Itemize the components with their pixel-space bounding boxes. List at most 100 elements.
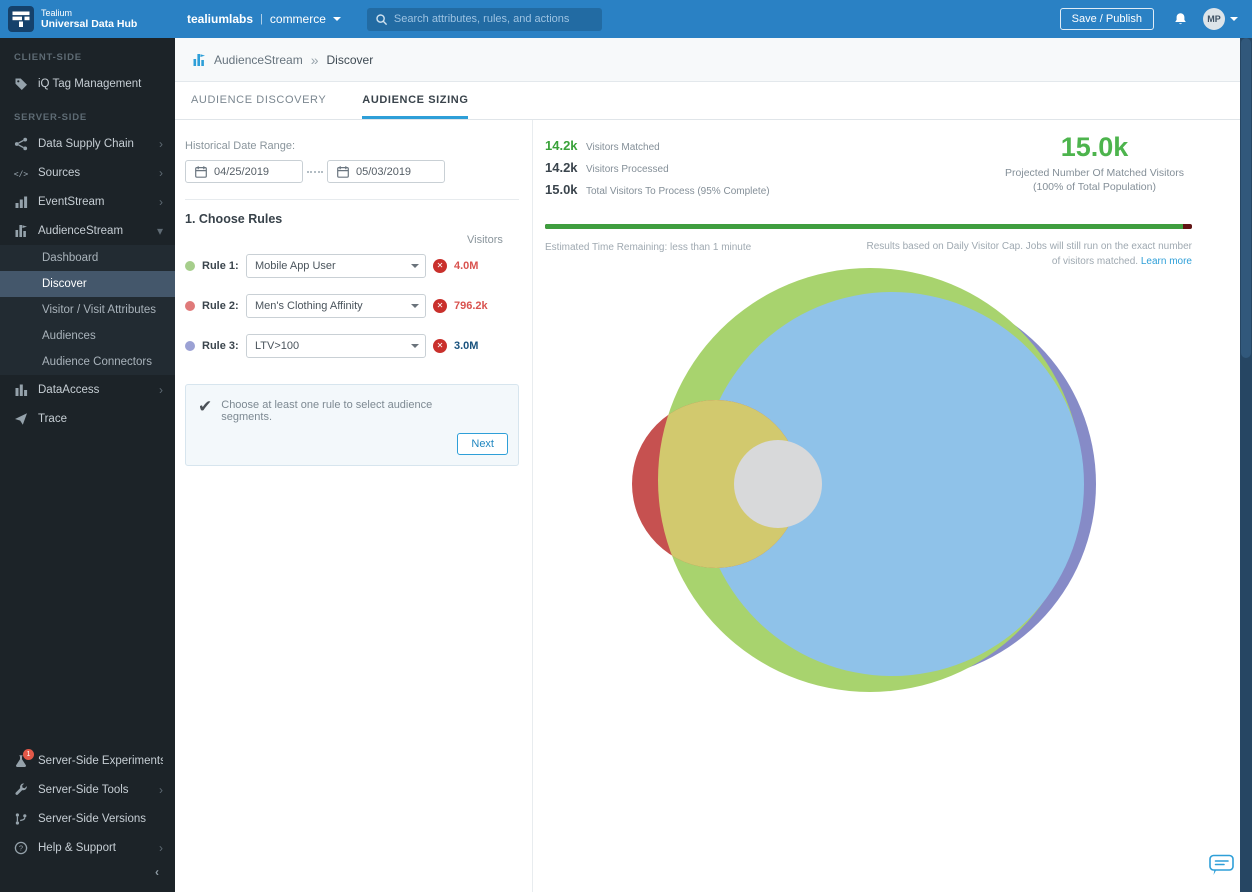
chevron-right-icon: › <box>159 196 163 208</box>
brand-name: Tealium <box>41 8 137 18</box>
rule-3-label: Rule 3: <box>202 340 246 352</box>
next-button[interactable]: Next <box>457 433 508 455</box>
venn-diagram <box>600 260 1120 700</box>
sidebar-item-help-support[interactable]: ? Help & Support › <box>0 833 175 862</box>
sidebar: CLIENT-SIDE iQ Tag Management SERVER-SID… <box>0 38 175 892</box>
rule-2-label: Rule 2: <box>202 300 246 312</box>
audiencestream-icon <box>14 224 28 238</box>
avatar-initials: MP <box>1207 14 1221 24</box>
date-end-input[interactable]: 05/03/2019 <box>327 160 445 183</box>
chevron-right-icon: › <box>159 842 163 854</box>
save-publish-button[interactable]: Save / Publish <box>1060 8 1154 30</box>
sidebar-item-sources[interactable]: </> Sources › <box>0 158 175 187</box>
date-start-input[interactable]: 04/25/2019 <box>185 160 303 183</box>
sidebar-item-trace[interactable]: Trace <box>0 404 175 433</box>
bar-chart-icon <box>14 195 28 209</box>
sizing-panel: Historical Date Range: 04/25/2019 <box>185 120 533 892</box>
select-caret-icon <box>411 264 419 268</box>
remove-rule-2-icon[interactable]: ✕ <box>433 299 447 313</box>
remove-rule-1-icon[interactable]: ✕ <box>433 259 447 273</box>
bar-chart-icon <box>14 383 28 397</box>
collapse-left-icon: ‹ <box>155 865 159 879</box>
divider <box>185 199 519 200</box>
breadcrumb-chevron-icon: » <box>311 52 319 68</box>
sidebar-item-eventstream[interactable]: EventStream › <box>0 187 175 216</box>
app-root: Tealium Universal Data Hub tealiumlabs |… <box>0 0 1252 892</box>
rule-row-3: Rule 3: LTV>100 ✕ 3.0M <box>185 334 519 358</box>
calendar-icon <box>194 165 208 179</box>
audiencestream-icon <box>192 53 206 67</box>
breadcrumb: AudienceStream » Discover <box>175 38 1240 82</box>
sidebar-item-data-supply-chain[interactable]: Data Supply Chain › <box>0 129 175 158</box>
search-icon <box>375 13 388 26</box>
time-remaining: Estimated Time Remaining: less than 1 mi… <box>545 242 751 253</box>
rule-2-color-dot <box>185 301 195 311</box>
tab-audience-discovery[interactable]: AUDIENCE DISCOVERY <box>191 82 326 119</box>
learn-more-link[interactable]: Learn more <box>1141 256 1192 267</box>
date-start-value: 04/25/2019 <box>214 166 269 178</box>
avatar[interactable]: MP <box>1203 8 1225 30</box>
visitors-column-header: Visitors <box>467 234 519 246</box>
sidebar-item-dashboard[interactable]: Dashboard <box>0 245 175 271</box>
topbar: Tealium Universal Data Hub tealiumlabs |… <box>0 0 1252 38</box>
account-switcher[interactable]: tealiumlabs | commerce <box>187 12 341 26</box>
check-icon: ✔ <box>198 397 212 417</box>
projected-block: 15.0k Projected Number Of Matched Visito… <box>997 132 1192 194</box>
sidebar-item-iq-tag-management[interactable]: iQ Tag Management <box>0 69 175 98</box>
breadcrumb-page: Discover <box>327 53 374 67</box>
content: Historical Date Range: 04/25/2019 <box>175 120 1240 892</box>
date-range-connector <box>307 171 323 173</box>
tab-audience-sizing[interactable]: AUDIENCE SIZING <box>362 82 468 119</box>
scrollbar-thumb[interactable] <box>1241 38 1251 358</box>
remove-rule-3-icon[interactable]: ✕ <box>433 339 447 353</box>
search-input[interactable] <box>394 13 594 25</box>
rule-1-visitors: 4.0M <box>454 260 478 272</box>
notifications-bell-icon[interactable] <box>1173 12 1188 26</box>
sidebar-item-server-side-tools[interactable]: Server-Side Tools › <box>0 775 175 804</box>
sidebar-item-visitor-visit-attributes[interactable]: Visitor / Visit Attributes <box>0 297 175 323</box>
svg-text:?: ? <box>19 843 23 852</box>
paper-plane-icon <box>14 412 28 426</box>
audiencestream-submenu: Dashboard Discover Visitor / Visit Attri… <box>0 245 175 375</box>
results-panel: 14.2k Visitors Matched 14.2k Visitors Pr… <box>545 120 1192 892</box>
account-separator: | <box>260 13 263 25</box>
progress-bar <box>545 224 1192 229</box>
sidebar-item-dataaccess[interactable]: DataAccess › <box>0 375 175 404</box>
notice-text: Choose at least one rule to select audie… <box>221 399 473 423</box>
projected-label: Projected Number Of Matched Visitors (10… <box>997 166 1192 194</box>
account-name: tealiumlabs <box>187 12 253 26</box>
choose-rules-title: 1. Choose Rules <box>185 212 519 226</box>
server-side-label: SERVER-SIDE <box>14 112 175 123</box>
supply-chain-icon <box>14 137 28 151</box>
sidebar-item-server-side-experiments[interactable]: 1 Server-Side Experiments <box>0 746 175 775</box>
rules-notice: ✔ Choose at least one rule to select aud… <box>185 384 519 466</box>
sidebar-item-audiences[interactable]: Audiences <box>0 323 175 349</box>
chevron-right-icon: › <box>159 384 163 396</box>
branch-icon <box>14 812 28 826</box>
sidebar-item-discover[interactable]: Discover <box>0 271 175 297</box>
global-search <box>367 8 602 31</box>
page-scrollbar[interactable] <box>1240 38 1252 892</box>
sidebar-item-audience-connectors[interactable]: Audience Connectors <box>0 349 175 375</box>
chat-button[interactable] <box>1208 852 1235 882</box>
user-menu-chevron-icon[interactable] <box>1230 17 1238 21</box>
sidebar-item-server-side-versions[interactable]: Server-Side Versions <box>0 804 175 833</box>
profile-name: commerce <box>270 12 326 26</box>
rule-2-visitors: 796.2k <box>454 300 488 312</box>
date-range-label: Historical Date Range: <box>185 140 519 152</box>
rule-1-select[interactable]: Mobile App User <box>246 254 426 278</box>
tag-icon <box>14 77 28 91</box>
progress-fill <box>545 224 1183 229</box>
sidebar-collapse[interactable]: ‹ <box>0 862 175 886</box>
sidebar-item-audiencestream[interactable]: AudienceStream ▾ <box>0 216 175 245</box>
breadcrumb-app[interactable]: AudienceStream <box>214 53 303 67</box>
calendar-icon <box>336 165 350 179</box>
svg-text:</>: </> <box>14 169 28 178</box>
rule-2-select[interactable]: Men's Clothing Affinity <box>246 294 426 318</box>
date-end-value: 05/03/2019 <box>356 166 411 178</box>
date-range-row: 04/25/2019 05/03/2019 <box>185 160 519 183</box>
sidebar-bottom-group: 1 Server-Side Experiments Server-Side To… <box>0 746 175 886</box>
rule-3-select[interactable]: LTV>100 <box>246 334 426 358</box>
tabs: AUDIENCE DISCOVERY AUDIENCE SIZING <box>175 82 1240 120</box>
select-caret-icon <box>411 304 419 308</box>
